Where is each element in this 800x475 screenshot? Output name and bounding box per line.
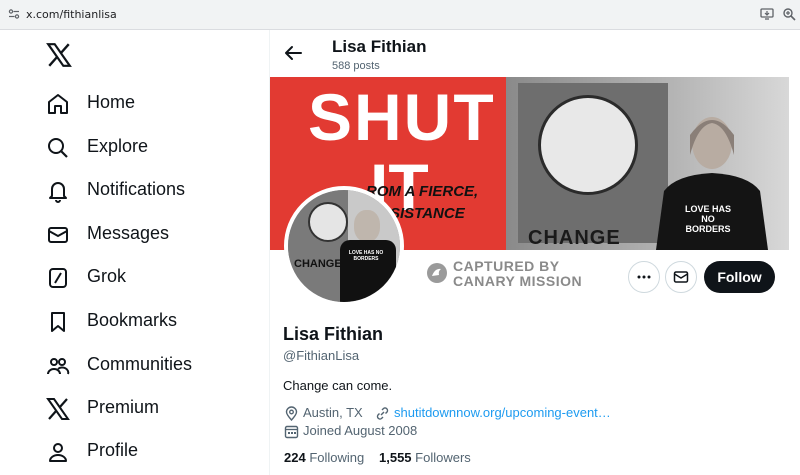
nav-item-profile[interactable]: Profile — [44, 432, 254, 472]
header-post-count: 588 posts — [332, 60, 380, 72]
joined-text: Joined August 2008 — [303, 423, 418, 438]
nav-item-label: Explore — [87, 136, 149, 156]
profile-handle: @FithianLisa — [283, 348, 360, 363]
followers-stat[interactable]: 1,555 Followers — [379, 450, 471, 465]
followers-label: Followers — [415, 450, 471, 465]
url-text[interactable]: x.com/fithianlisa — [26, 8, 117, 21]
nav-item-grok[interactable]: Grok — [44, 258, 254, 298]
avatar-shirt-text: LOVE HAS NO BORDERS — [348, 250, 384, 262]
banner-shirt-text: LOVE HAS NO BORDERS — [684, 204, 731, 234]
nav-item-label: Profile — [87, 440, 139, 460]
canary-logo-icon — [427, 263, 447, 283]
watermark-line-2: CANARY MISSION — [453, 273, 583, 289]
x-logo-icon[interactable] — [46, 42, 72, 68]
calendar-icon — [284, 425, 299, 439]
banner-cover-title: SHUT — [308, 80, 496, 154]
browser-address-bar: x.com/fithianlisa — [0, 0, 800, 30]
site-settings-icon[interactable] — [8, 8, 20, 20]
communities-icon — [47, 358, 70, 375]
more-options-button[interactable] — [628, 261, 660, 293]
envelope-icon — [673, 271, 689, 283]
avatar-poster-text: CHANGE — [294, 258, 342, 270]
nav-item-label: Bookmarks — [87, 310, 178, 330]
message-button[interactable] — [665, 261, 697, 293]
nav-item-explore[interactable]: Explore — [44, 128, 254, 168]
nav-item-bookmarks[interactable]: Bookmarks — [44, 302, 254, 342]
follow-button[interactable]: Follow — [704, 261, 775, 293]
following-stat[interactable]: 224 Following — [284, 450, 364, 465]
followers-count: 1,555 — [379, 450, 412, 465]
profile-name: Lisa Fithian — [283, 324, 384, 344]
following-label: Following — [309, 450, 365, 465]
location-pin-icon — [285, 406, 298, 421]
avatar-wave-graphic — [308, 202, 348, 242]
nav-item-label: Notifications — [87, 179, 186, 199]
nav-item-label: Grok — [87, 266, 127, 286]
location-text: Austin, TX — [303, 405, 363, 420]
watermark-line-1: CAPTURED BY — [453, 258, 560, 274]
nav-item-communities[interactable]: Communities — [44, 346, 254, 386]
more-icon — [637, 275, 651, 279]
x-logo-icon — [46, 398, 70, 420]
nav-item-messages[interactable]: Messages — [44, 215, 254, 255]
link-icon — [376, 407, 389, 420]
header-profile-name: Lisa Fithian — [332, 37, 427, 56]
avatar[interactable]: CHANGE LOVE HAS NO BORDERS — [284, 186, 404, 306]
bell-icon — [49, 182, 67, 203]
back-arrow-icon[interactable] — [282, 42, 304, 64]
nav-item-home[interactable]: Home — [44, 84, 254, 124]
banner-poster-text: CHANGE — [528, 227, 621, 249]
zoom-icon[interactable] — [782, 7, 796, 21]
search-icon — [48, 138, 68, 158]
nav-item-label: Communities — [87, 354, 193, 374]
banner-cover-subtitle-2: SISTANCE — [390, 205, 465, 222]
captured-watermark: CAPTURED BY CANARY MISSION — [426, 258, 596, 292]
nav-item-label: Home — [87, 92, 136, 112]
person-icon — [49, 443, 67, 462]
home-icon — [48, 94, 68, 114]
envelope-icon — [48, 227, 68, 243]
nav-item-label: Messages — [87, 223, 170, 243]
install-app-icon[interactable] — [760, 7, 774, 21]
avatar-face — [354, 210, 380, 242]
banner-wave-graphic — [538, 95, 638, 195]
grok-icon — [49, 268, 67, 288]
nav-item-label: Premium — [87, 397, 160, 417]
following-count: 224 — [284, 450, 306, 465]
bookmark-icon — [51, 312, 65, 332]
nav-item-premium[interactable]: Premium — [44, 389, 254, 429]
nav-item-notifications[interactable]: Notifications — [44, 171, 254, 211]
website-link[interactable]: shutitdownnow.org/upcoming-event… — [394, 405, 611, 420]
profile-bio: Change can come. — [283, 378, 393, 393]
